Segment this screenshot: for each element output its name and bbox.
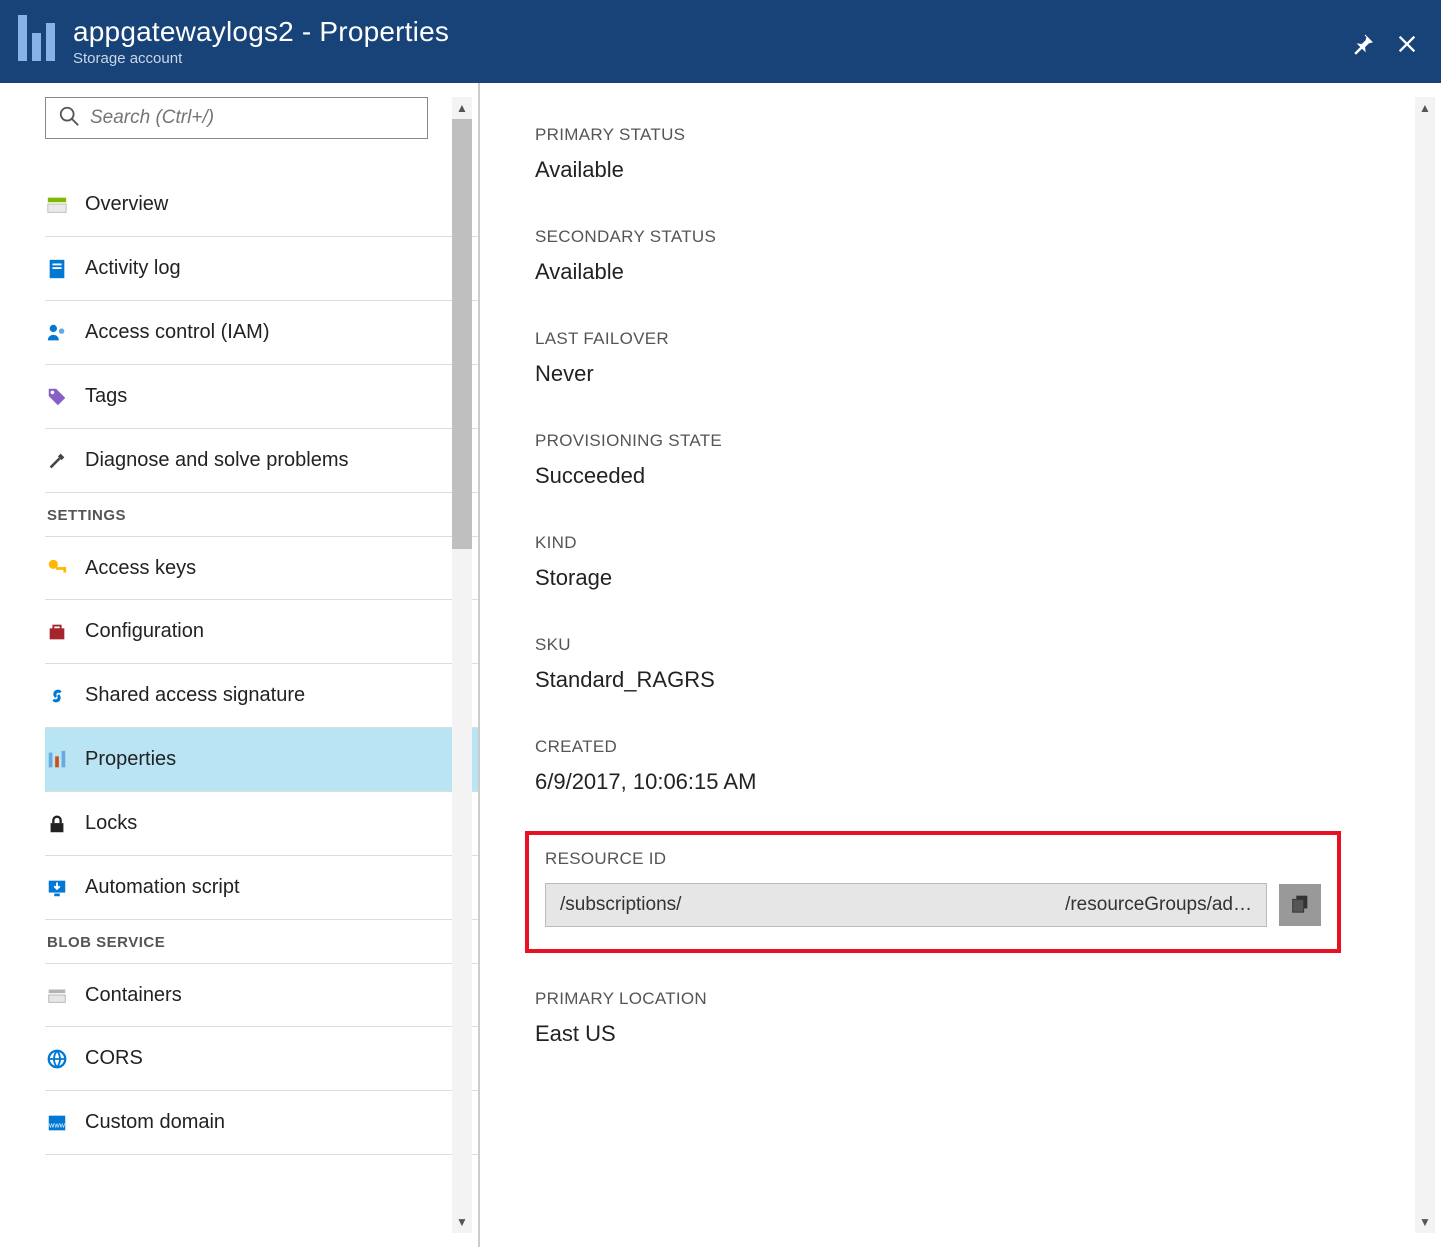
prop-label: SKU bbox=[535, 635, 1381, 655]
sidebar-item-custom-domain[interactable]: www Custom domain bbox=[45, 1091, 478, 1155]
resource-id-right: /resourceGroups/ad… bbox=[1065, 894, 1252, 916]
prop-label: PRIMARY STATUS bbox=[535, 125, 1381, 145]
prop-value: East US bbox=[535, 1021, 1381, 1047]
storage-account-icon bbox=[18, 15, 55, 67]
pin-button[interactable] bbox=[1349, 30, 1377, 58]
prop-value: Available bbox=[535, 157, 1381, 183]
lock-icon bbox=[45, 812, 69, 836]
scroll-down-icon[interactable]: ▼ bbox=[452, 1215, 472, 1229]
scroll-thumb[interactable] bbox=[452, 119, 472, 549]
sidebar-item-properties[interactable]: Properties bbox=[45, 728, 478, 792]
prop-label: SECONDARY STATUS bbox=[535, 227, 1381, 247]
resource-id-highlight: RESOURCE ID /subscriptions/ /resourceGro… bbox=[525, 831, 1341, 953]
cors-icon bbox=[45, 1047, 69, 1071]
nav-label: Activity log bbox=[85, 257, 181, 280]
prop-label: KIND bbox=[535, 533, 1381, 553]
prop-last-failover: LAST FAILOVER Never bbox=[535, 329, 1381, 387]
sidebar-item-access-control[interactable]: Access control (IAM) bbox=[45, 301, 478, 365]
scroll-up-icon[interactable]: ▲ bbox=[1415, 101, 1435, 115]
nav-label: Diagnose and solve problems bbox=[85, 449, 349, 472]
sidebar-item-locks[interactable]: Locks bbox=[45, 792, 478, 856]
scroll-up-icon[interactable]: ▲ bbox=[452, 101, 472, 115]
containers-icon bbox=[45, 983, 69, 1007]
main-scrollbar[interactable]: ▲ ▼ bbox=[1415, 97, 1435, 1233]
resource-id-field[interactable]: /subscriptions/ /resourceGroups/ad… bbox=[545, 883, 1267, 927]
nav-label: Access keys bbox=[85, 557, 196, 580]
prop-provisioning-state: PROVISIONING STATE Succeeded bbox=[535, 431, 1381, 489]
sidebar-item-activity-log[interactable]: Activity log bbox=[45, 237, 478, 301]
nav-label: Shared access signature bbox=[85, 684, 305, 707]
sidebar-nav: Overview Activity log Access control (IA… bbox=[0, 153, 478, 1247]
close-button[interactable] bbox=[1393, 30, 1421, 58]
main-content: PRIMARY STATUS Available SECONDARY STATU… bbox=[480, 83, 1441, 1247]
prop-value: 6/9/2017, 10:06:15 AM bbox=[535, 769, 1381, 795]
prop-label: PRIMARY LOCATION bbox=[535, 989, 1381, 1009]
prop-kind: KIND Storage bbox=[535, 533, 1381, 591]
sidebar-item-cors[interactable]: CORS bbox=[45, 1027, 478, 1091]
nav-label: Containers bbox=[85, 984, 182, 1007]
sidebar-item-configuration[interactable]: Configuration bbox=[45, 600, 478, 664]
resource-id-left: /subscriptions/ bbox=[560, 894, 681, 916]
svg-text:www: www bbox=[48, 1120, 66, 1129]
sidebar-item-access-keys[interactable]: Access keys bbox=[45, 536, 478, 600]
blob-section-label: BLOB SERVICE bbox=[45, 920, 478, 963]
overview-icon bbox=[45, 193, 69, 217]
access-control-icon bbox=[45, 321, 69, 345]
prop-secondary-status: SECONDARY STATUS Available bbox=[535, 227, 1381, 285]
prop-label: RESOURCE ID bbox=[545, 849, 1321, 869]
prop-value: Succeeded bbox=[535, 463, 1381, 489]
nav-label: Access control (IAM) bbox=[85, 321, 269, 344]
prop-sku: SKU Standard_RAGRS bbox=[535, 635, 1381, 693]
sas-icon bbox=[45, 684, 69, 708]
prop-label: LAST FAILOVER bbox=[535, 329, 1381, 349]
configuration-icon bbox=[45, 620, 69, 644]
nav-label: Tags bbox=[85, 385, 127, 408]
nav-label: Locks bbox=[85, 812, 137, 835]
properties-icon bbox=[45, 748, 69, 772]
nav-label: Configuration bbox=[85, 620, 204, 643]
key-icon bbox=[45, 556, 69, 580]
copy-button[interactable] bbox=[1279, 884, 1321, 926]
blade-title: appgatewaylogs2 - Properties bbox=[73, 16, 1349, 48]
search-box[interactable] bbox=[45, 97, 428, 139]
prop-value: Storage bbox=[535, 565, 1381, 591]
settings-section-label: SETTINGS bbox=[45, 493, 478, 536]
sidebar: Overview Activity log Access control (IA… bbox=[0, 83, 480, 1247]
sidebar-item-automation-script[interactable]: Automation script bbox=[45, 856, 478, 920]
sidebar-item-diagnose[interactable]: Diagnose and solve problems bbox=[45, 429, 478, 493]
prop-value: Standard_RAGRS bbox=[535, 667, 1381, 693]
prop-primary-status: PRIMARY STATUS Available bbox=[535, 125, 1381, 183]
search-icon bbox=[58, 105, 80, 132]
nav-label: Custom domain bbox=[85, 1111, 225, 1134]
prop-value: Never bbox=[535, 361, 1381, 387]
prop-created: CREATED 6/9/2017, 10:06:15 AM bbox=[535, 737, 1381, 795]
header-actions bbox=[1349, 24, 1421, 58]
custom-domain-icon: www bbox=[45, 1111, 69, 1135]
sidebar-scrollbar[interactable]: ▲ ▼ bbox=[452, 97, 472, 1233]
prop-value: Available bbox=[535, 259, 1381, 285]
copy-icon bbox=[1289, 892, 1311, 919]
header-titles: appgatewaylogs2 - Properties Storage acc… bbox=[73, 16, 1349, 67]
nav-label: Automation script bbox=[85, 876, 240, 899]
tags-icon bbox=[45, 385, 69, 409]
sidebar-item-tags[interactable]: Tags bbox=[45, 365, 478, 429]
blade-header: appgatewaylogs2 - Properties Storage acc… bbox=[0, 0, 1441, 82]
sidebar-item-sas[interactable]: Shared access signature bbox=[45, 664, 478, 728]
prop-label: PROVISIONING STATE bbox=[535, 431, 1381, 451]
automation-script-icon bbox=[45, 876, 69, 900]
search-input[interactable] bbox=[90, 107, 415, 129]
activity-log-icon bbox=[45, 257, 69, 281]
prop-label: CREATED bbox=[535, 737, 1381, 757]
sidebar-item-containers[interactable]: Containers bbox=[45, 963, 478, 1027]
blade-subtitle: Storage account bbox=[73, 50, 1349, 67]
diagnose-icon bbox=[45, 449, 69, 473]
sidebar-item-overview[interactable]: Overview bbox=[45, 173, 478, 237]
nav-label: CORS bbox=[85, 1047, 143, 1070]
nav-label: Properties bbox=[85, 748, 176, 771]
nav-label: Overview bbox=[85, 193, 168, 216]
scroll-down-icon[interactable]: ▼ bbox=[1415, 1215, 1435, 1229]
prop-primary-location: PRIMARY LOCATION East US bbox=[535, 989, 1381, 1047]
